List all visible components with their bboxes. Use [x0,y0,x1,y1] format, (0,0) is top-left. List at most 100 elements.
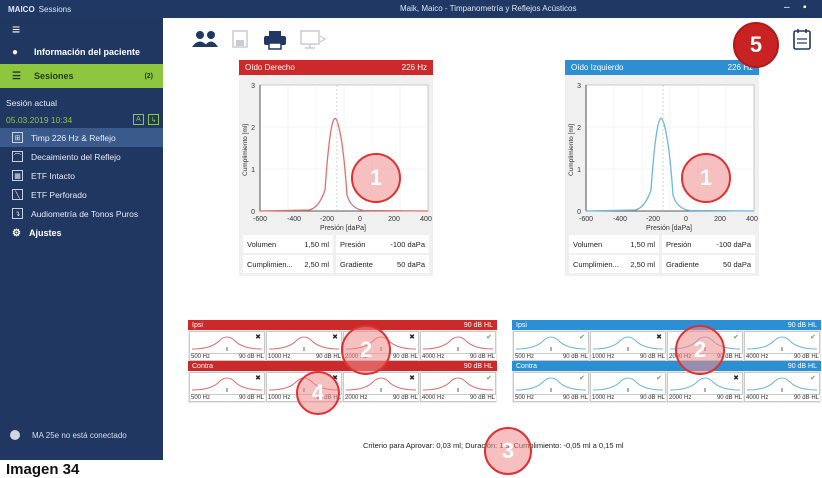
reflex-cell[interactable]: ✔ 4000 Hz 90 dB HL [420,331,496,361]
print-icon[interactable] [263,30,287,50]
reflex-header: Contra 90 dB HL [512,361,821,371]
gear-icon: ⚙ [12,227,21,239]
y-tick-3: 3 [577,83,581,90]
reflex-result-mark: ✖ [255,375,261,382]
reflex-cell-label: 2000 Hz 90 dB HL [669,394,743,401]
session-date[interactable]: 05.03.2019 10:34 A ↳ [0,111,163,128]
sidebar-test-etf-perforated[interactable]: ╲ ETF Perforado [0,185,163,204]
reflex-cell-label: 500 Hz 90 dB HL [515,394,589,401]
reflex-cell-level: 90 dB HL [238,395,264,401]
x-tick: -200 [646,216,660,223]
right-tympanogram: 0 1 2 3 -600 -400 -200 0 200 400 Presión… [242,83,432,232]
reflex-cell[interactable]: ✖ 500 Hz 90 dB HL [189,372,265,402]
hamburger-icon[interactable]: ≡ [0,18,163,40]
reflex-cell[interactable]: ✔ 1000 Hz 90 dB HL [590,372,666,402]
device-status-text: MA 25e no está conectado [32,430,127,440]
status-dot-icon [10,430,20,440]
reflex-cell[interactable]: ✖ 1000 Hz 90 dB HL [266,331,342,361]
maximize-button[interactable]: ▪ [803,2,807,13]
chart-icon[interactable]: ↳ [148,114,159,125]
audiogram-icon: ↴ [12,208,23,219]
reflex-frequency: 500 Hz [515,354,535,360]
sidebar-test-timp-reflex[interactable]: ⊞ Timp 226 Hz & Reflejo [0,128,163,147]
reflex-header: Ipsi 90 dB HL [188,320,497,330]
reflex-type-label: Contra [192,362,214,370]
sidebar-test-pure-tone[interactable]: ↴ Audiometría de Tonos Puros [0,204,163,223]
y-tick-2: 2 [577,125,581,132]
y-axis-label: Cumplimiento [ml] [568,124,575,176]
x-tick: 400 [420,216,432,223]
reflex-result-mark: ✖ [255,334,261,341]
callout-badge-1: 1 [681,153,731,203]
sidebar-item-label: Ajustes [28,228,62,238]
pressure-value: -100 daPa [716,239,751,249]
test-label: Audiometría de Tonos Puros [31,208,139,219]
reflex-cell[interactable]: ✔ 4000 Hz 90 dB HL [744,372,820,402]
reflex-curve [592,377,664,392]
reflex-level: 90 dB HL [787,362,817,370]
reflex-curve [422,377,494,392]
sidebar-item-sessions[interactable]: ☰ Sesiones (2) [0,64,163,88]
probe-frequency: 226 Hz [401,63,427,72]
brand-logo: MAICO [8,4,35,14]
reflex-frequency: 1000 Hz [268,354,291,360]
gradient-value: 50 daPa [723,259,751,269]
reflex-cell[interactable]: ✖ 1000 Hz 90 dB HL [590,331,666,361]
x-tick: 200 [388,216,400,223]
save-icon[interactable] [232,30,248,48]
reflex-cell[interactable]: ✖ 2000 Hz 90 dB HL [343,372,419,402]
sidebar-item-settings[interactable]: ⚙ Ajustes [0,223,163,243]
calendar-icon[interactable] [793,28,811,50]
patients-icon[interactable] [191,30,219,48]
sidebar-test-reflex-decay[interactable]: ⌒ Decaimiento del Reflejo [0,147,163,166]
volume-value: 1,50 ml [304,239,329,249]
monitor-icon[interactable] [300,30,326,50]
x-tick: -200 [320,216,334,223]
reflex-cell-label: 1000 Hz 90 dB HL [592,394,666,401]
reflex-cell-level: 90 dB HL [716,395,742,401]
reflex-cell-label: 1000 Hz 90 dB HL [268,353,342,360]
reflex-cell[interactable]: ✔ 500 Hz 90 dB HL [513,331,589,361]
reflex-frequency: 2000 Hz [345,395,368,401]
reflex-cell-level: 90 dB HL [238,354,264,360]
volume-cell: Volumen 1,50 ml [243,235,333,253]
reflex-level: 90 dB HL [787,321,817,329]
app-name: Sessions [38,4,72,14]
reflex-cell-label: 2000 Hz 90 dB HL [345,394,419,401]
reflex-cell[interactable]: ✔ 500 Hz 90 dB HL [513,372,589,402]
reflex-cell-label: 4000 Hz 90 dB HL [422,353,496,360]
reflex-type-label: Ipsi [192,321,203,329]
callout-badge-2: 2 [675,325,725,375]
sidebar-test-etf-intact[interactable]: ▦ ETF Intacto [0,166,163,185]
left-ipsi-reflex-panel: Ipsi 90 dB HL ✔ 500 Hz 90 dB HL ✖ 1000 Hz 90 dB… [512,320,821,362]
reflex-cell-label: 1000 Hz 90 dB HL [592,353,666,360]
reflex-result-mark: ✔ [733,334,739,341]
minimize-button[interactable]: – [784,2,790,13]
reflex-curve [592,336,664,351]
reflex-result-mark: ✔ [810,334,816,341]
reflex-header: Ipsi 90 dB HL [512,320,821,330]
reflex-cell[interactable]: ✖ 2000 Hz 90 dB HL [667,372,743,402]
sidebar-item-patient-info[interactable]: ● Información del paciente [0,40,163,64]
x-tick: 0 [358,216,362,223]
sidebar-item-label: Información del paciente [34,47,141,57]
reflex-cell[interactable]: ✔ 4000 Hz 90 dB HL [420,372,496,402]
reflex-cell[interactable]: ✔ 4000 Hz 90 dB HL [744,331,820,361]
reflex-result-mark: ✖ [409,334,415,341]
reflex-curve [515,336,587,351]
left-ear-header: Oído Izquierdo 226 Hz [565,60,759,75]
reflex-result-mark: ✖ [733,375,739,382]
pressure-label: Presión [666,239,692,249]
reflex-cell[interactable]: ✖ 500 Hz 90 dB HL [189,331,265,361]
device-status: MA 25e no está conectado [10,430,127,440]
reflex-frequency: 1000 Hz [592,395,615,401]
x-tick: -600 [579,216,593,223]
reflex-curve [191,336,263,351]
callout-badge-4: 4 [296,371,340,415]
report-icon[interactable]: A [133,114,144,125]
reflex-cell-label: 4000 Hz 90 dB HL [746,353,820,360]
etf-icon: ▦ [12,170,23,181]
left-contra-reflex-panel: Contra 90 dB HL ✔ 500 Hz 90 dB HL ✔ 1000 Hz 90 … [512,361,821,403]
reflex-cell-level: 90 dB HL [639,395,665,401]
decay-icon: ⌒ [12,151,23,162]
